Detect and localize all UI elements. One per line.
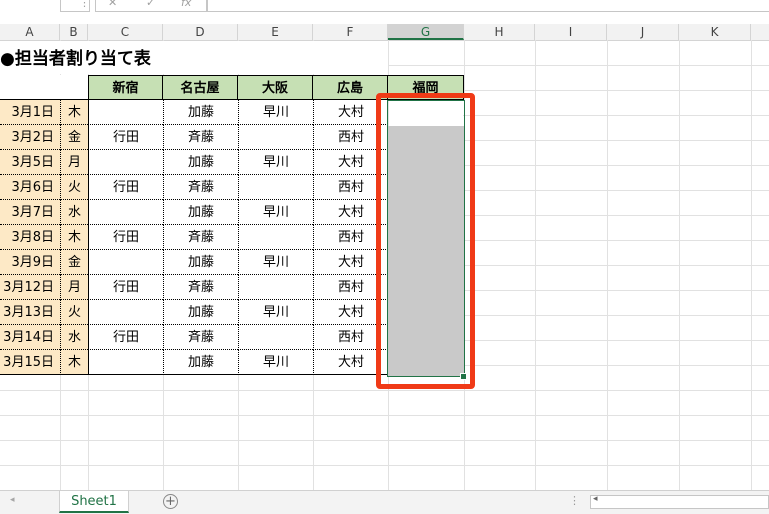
cell-nagoya[interactable]: 加藤 (163, 200, 238, 225)
column-header-row: A B C D E F G H I J K (0, 24, 769, 41)
horizontal-scrollbar[interactable]: ◂ (590, 494, 769, 509)
tab-split-handle[interactable]: ⋮ (569, 494, 580, 507)
cell-day[interactable]: 木 (60, 225, 88, 250)
cell-osaka[interactable]: 早川 (238, 150, 313, 175)
cell-date[interactable]: 3月6日 (0, 175, 60, 200)
cell-nagoya[interactable]: 加藤 (163, 300, 238, 325)
cell-shinjuku[interactable] (88, 250, 163, 275)
cell-osaka[interactable] (238, 275, 313, 300)
cell-date[interactable]: 3月2日 (0, 125, 60, 150)
gridline (0, 415, 769, 416)
cell-shinjuku[interactable] (88, 350, 163, 375)
cell-day[interactable]: 火 (60, 300, 88, 325)
chevron-down-icon: ⋮ (79, 0, 90, 9)
cell-shinjuku[interactable]: 行田 (88, 175, 163, 200)
cell-day[interactable]: 水 (60, 325, 88, 350)
column-header-j[interactable]: J (607, 24, 679, 40)
prev-sheet-icon[interactable]: ◂ (10, 495, 15, 505)
column-header-f[interactable]: F (313, 24, 388, 40)
confirm-icon[interactable]: ✓ (146, 0, 155, 9)
cell-shinjuku[interactable] (88, 150, 163, 175)
cell-osaka[interactable]: 早川 (238, 250, 313, 275)
cancel-icon[interactable]: ✕ (108, 0, 117, 9)
cell-date[interactable]: 3月15日 (0, 350, 60, 375)
cell-date[interactable]: 3月8日 (0, 225, 60, 250)
cell-nagoya[interactable]: 斉藤 (163, 175, 238, 200)
column-header-a[interactable]: A (0, 24, 60, 40)
cell-osaka[interactable]: 早川 (238, 200, 313, 225)
add-sheet-icon[interactable]: + (163, 494, 178, 509)
gridline (0, 465, 769, 466)
cell-nagoya[interactable]: 斉藤 (163, 325, 238, 350)
column-header-i[interactable]: I (535, 24, 607, 40)
gridline (0, 390, 769, 391)
cell-shinjuku[interactable] (88, 100, 163, 125)
column-header-b[interactable]: B (60, 24, 88, 40)
cell-osaka[interactable] (238, 325, 313, 350)
cell-day[interactable]: 木 (60, 350, 88, 375)
column-header-h[interactable]: H (464, 24, 535, 40)
formula-bar: ⋮ ✕ ✓ fx (0, 0, 769, 13)
cell-osaka[interactable] (238, 125, 313, 150)
sheet-tab-bar: ◂ Sheet1 + ⋮ ◂ (0, 490, 769, 514)
cell-date[interactable]: 3月14日 (0, 325, 60, 350)
cell-date[interactable]: 3月12日 (0, 275, 60, 300)
cell-shinjuku[interactable] (88, 200, 163, 225)
cell-day[interactable]: 水 (60, 200, 88, 225)
cell-date[interactable]: 3月7日 (0, 200, 60, 225)
cell-shinjuku[interactable]: 行田 (88, 225, 163, 250)
cell-nagoya[interactable]: 斉藤 (163, 225, 238, 250)
cell-osaka[interactable]: 早川 (238, 300, 313, 325)
cell-osaka[interactable] (238, 225, 313, 250)
cell-nagoya[interactable]: 加藤 (163, 250, 238, 275)
cell-nagoya[interactable]: 加藤 (163, 350, 238, 375)
cell-osaka[interactable] (238, 175, 313, 200)
column-header-d[interactable]: D (163, 24, 238, 40)
sheet-title[interactable]: ●担当者割り当て表 (0, 47, 151, 72)
header-nagoya[interactable]: 名古屋 (163, 75, 238, 100)
column-header-g[interactable]: G (388, 24, 464, 40)
cell-nagoya[interactable]: 加藤 (163, 100, 238, 125)
gridline (0, 440, 769, 441)
highlight-box (376, 93, 475, 389)
cell-shinjuku[interactable]: 行田 (88, 325, 163, 350)
header-shinjuku[interactable]: 新宿 (88, 75, 163, 100)
column-header-c[interactable]: C (88, 24, 163, 40)
column-header-e[interactable]: E (238, 24, 313, 40)
function-icon[interactable]: fx (181, 0, 191, 9)
cell-day[interactable]: 火 (60, 175, 88, 200)
cell-shinjuku[interactable] (88, 300, 163, 325)
cell-nagoya[interactable]: 斉藤 (163, 125, 238, 150)
cell-shinjuku[interactable]: 行田 (88, 275, 163, 300)
formula-controls: ✕ ✓ fx (95, 0, 207, 12)
cell-day[interactable]: 月 (60, 275, 88, 300)
cell-date[interactable]: 3月1日 (0, 100, 60, 125)
name-box-dropdown[interactable]: ⋮ (60, 0, 90, 12)
cell-date[interactable]: 3月13日 (0, 300, 60, 325)
cell-day[interactable]: 月 (60, 150, 88, 175)
header-osaka[interactable]: 大阪 (238, 75, 313, 100)
cell-nagoya[interactable]: 加藤 (163, 150, 238, 175)
column-header-k[interactable]: K (679, 24, 751, 40)
formula-input[interactable] (207, 0, 769, 12)
cell-osaka[interactable]: 早川 (238, 100, 313, 125)
cell-day[interactable]: 木 (60, 100, 88, 125)
cell-day[interactable]: 金 (60, 250, 88, 275)
sheet-tab-sheet1[interactable]: Sheet1 (59, 491, 129, 513)
scroll-left-icon[interactable]: ◂ (593, 494, 598, 504)
cell-date[interactable]: 3月9日 (0, 250, 60, 275)
header-blank (0, 75, 88, 100)
cell-date[interactable]: 3月5日 (0, 150, 60, 175)
cell-nagoya[interactable]: 斉藤 (163, 275, 238, 300)
cell-shinjuku[interactable]: 行田 (88, 125, 163, 150)
cell-day[interactable]: 金 (60, 125, 88, 150)
cell-osaka[interactable]: 早川 (238, 350, 313, 375)
